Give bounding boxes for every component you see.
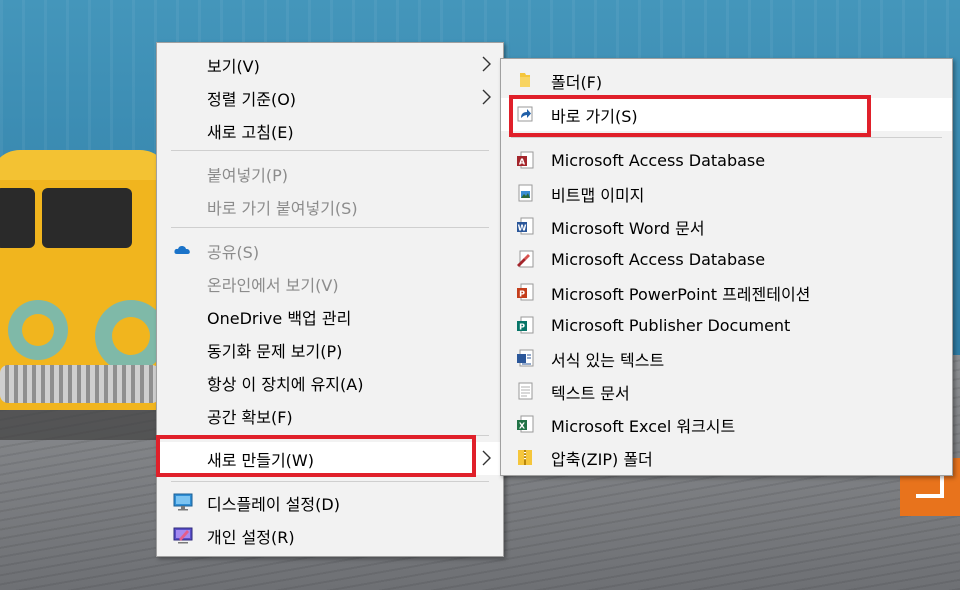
menu-item-refresh[interactable]: 새로 고침(E) xyxy=(157,114,503,147)
menu-separator xyxy=(171,481,489,482)
chevron-right-icon xyxy=(482,450,491,466)
submenu-item-publisher[interactable]: P Microsoft Publisher Document xyxy=(501,309,952,342)
chevron-right-icon xyxy=(482,56,491,72)
menu-item-label: 정렬 기준(O) xyxy=(207,89,297,109)
powerpoint-icon: P xyxy=(517,283,534,301)
access-icon: A xyxy=(517,151,534,169)
menu-item-free-space[interactable]: 공간 확보(F) xyxy=(157,399,503,432)
menu-item-label: 공간 확보(F) xyxy=(207,407,293,427)
desktop-context-menu: 보기(V) 정렬 기준(O) 새로 고침(E) 붙여넣기(P) 바로 가기 붙여… xyxy=(156,42,504,557)
svg-text:P: P xyxy=(519,290,525,299)
submenu-item-label: Microsoft Access Database xyxy=(551,151,766,170)
wallpaper-car-roof xyxy=(0,150,170,180)
submenu-item-label: 압축(ZIP) 폴더 xyxy=(551,449,653,469)
submenu-item-label: Microsoft Word 문서 xyxy=(551,218,705,238)
menu-item-always-keep[interactable]: 항상 이 장치에 유지(A) xyxy=(157,366,503,399)
menu-item-sync-issues[interactable]: 동기화 문제 보기(P) xyxy=(157,333,503,366)
zip-folder-icon xyxy=(518,450,532,465)
menu-item-label: 항상 이 장치에 유지(A) xyxy=(207,374,364,394)
menu-item-view[interactable]: 보기(V) xyxy=(157,48,503,81)
text-document-icon xyxy=(518,382,533,400)
menu-item-label: 보기(V) xyxy=(207,56,260,76)
wallpaper-car-hub xyxy=(112,317,150,355)
submenu-item-excel-worksheet[interactable]: X Microsoft Excel 워크시트 xyxy=(501,408,952,441)
submenu-item-label: Microsoft Access Database xyxy=(551,250,766,269)
folder-icon xyxy=(520,73,530,87)
onedrive-cloud-icon xyxy=(174,245,190,254)
menu-item-label: 바로 가기 붙여넣기(S) xyxy=(207,198,358,218)
menu-item-label: 공유(S) xyxy=(207,242,260,262)
chevron-right-icon xyxy=(482,89,491,105)
menu-item-label: OneDrive 백업 관리 xyxy=(207,308,352,328)
wallpaper-car-window xyxy=(0,188,35,248)
svg-text:X: X xyxy=(519,422,526,431)
submenu-item-access-database[interactable]: A Microsoft Access Database xyxy=(501,144,952,177)
access-icon xyxy=(517,250,534,268)
submenu-item-access-database[interactable]: Microsoft Access Database xyxy=(501,243,952,276)
svg-text:A: A xyxy=(519,158,526,167)
submenu-item-folder[interactable]: 폴더(F) xyxy=(501,64,952,97)
submenu-item-label: 바로 가기(S) xyxy=(551,106,638,126)
submenu-item-bitmap[interactable]: 비트맵 이미지 xyxy=(501,177,952,210)
menu-item-share[interactable]: 공유(S) xyxy=(157,234,503,267)
svg-text:P: P xyxy=(519,323,525,332)
submenu-item-label: 서식 있는 텍스트 xyxy=(551,350,665,370)
submenu-item-label: Microsoft Excel 워크시트 xyxy=(551,416,736,436)
submenu-item-word-document[interactable]: W Microsoft Word 문서 xyxy=(501,210,952,243)
menu-separator xyxy=(171,227,489,228)
personalize-icon xyxy=(173,527,193,544)
shortcut-icon xyxy=(517,106,533,122)
menu-item-label: 온라인에서 보기(V) xyxy=(207,275,339,295)
submenu-item-rich-text[interactable]: 서식 있는 텍스트 xyxy=(501,342,952,375)
submenu-item-shortcut[interactable]: 바로 가기(S) xyxy=(501,98,952,131)
menu-item-label: 새로 만들기(W) xyxy=(207,450,314,470)
rich-text-icon xyxy=(517,349,534,367)
menu-separator xyxy=(171,150,489,151)
submenu-item-label: 텍스트 문서 xyxy=(551,383,630,403)
submenu-item-text-document[interactable]: 텍스트 문서 xyxy=(501,375,952,408)
new-submenu: 폴더(F) 바로 가기(S) A Microsoft Access Databa… xyxy=(500,58,953,476)
bitmap-icon xyxy=(518,184,533,202)
submenu-item-zip-folder[interactable]: 압축(ZIP) 폴더 xyxy=(501,441,952,474)
menu-item-personalize[interactable]: 개인 설정(R) xyxy=(157,519,503,552)
menu-item-view-online[interactable]: 온라인에서 보기(V) xyxy=(157,267,503,300)
menu-item-label: 붙여넣기(P) xyxy=(207,165,289,185)
menu-item-paste-shortcut[interactable]: 바로 가기 붙여넣기(S) xyxy=(157,190,503,223)
excel-icon: X xyxy=(517,415,534,433)
display-settings-icon xyxy=(173,493,193,511)
submenu-item-label: 비트맵 이미지 xyxy=(551,185,645,205)
word-icon: W xyxy=(517,217,534,235)
submenu-item-label: Microsoft PowerPoint 프레젠테이션 xyxy=(551,284,811,304)
submenu-item-label: Microsoft Publisher Document xyxy=(551,316,791,335)
submenu-item-powerpoint[interactable]: P Microsoft PowerPoint 프레젠테이션 xyxy=(501,276,952,309)
menu-item-sort-by[interactable]: 정렬 기준(O) xyxy=(157,81,503,114)
menu-item-display-settings[interactable]: 디스플레이 설정(D) xyxy=(157,486,503,519)
publisher-icon: P xyxy=(517,316,534,334)
menu-item-onedrive-backup[interactable]: OneDrive 백업 관리 xyxy=(157,300,503,333)
menu-item-paste[interactable]: 붙여넣기(P) xyxy=(157,157,503,190)
wallpaper-car-bumper xyxy=(0,365,160,403)
menu-item-label: 디스플레이 설정(D) xyxy=(207,494,340,514)
wallpaper-car-hub xyxy=(22,314,54,346)
menu-separator xyxy=(171,435,489,436)
menu-separator xyxy=(511,137,942,138)
svg-text:W: W xyxy=(518,224,527,233)
submenu-item-label: 폴더(F) xyxy=(551,72,603,92)
menu-item-new[interactable]: 새로 만들기(W) xyxy=(157,442,503,475)
menu-item-label: 새로 고침(E) xyxy=(207,122,294,142)
menu-item-label: 개인 설정(R) xyxy=(207,527,295,547)
wallpaper-car-window xyxy=(42,188,132,248)
menu-item-label: 동기화 문제 보기(P) xyxy=(207,341,343,361)
